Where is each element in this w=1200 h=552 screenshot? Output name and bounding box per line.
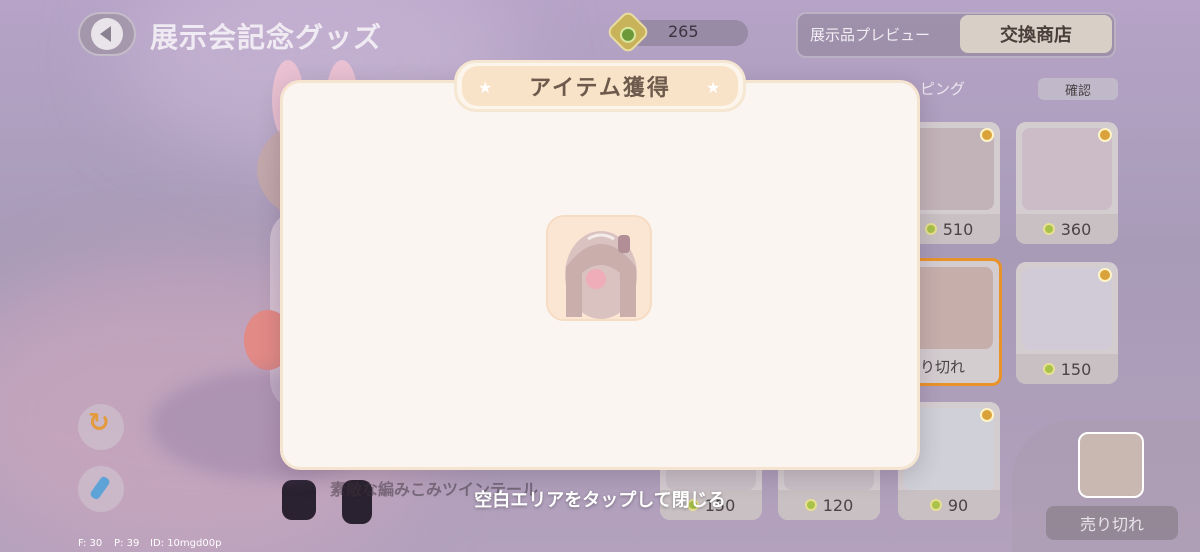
tab-exchange-shop[interactable]: 交換商店 (960, 15, 1112, 53)
acquired-item-tile[interactable] (546, 215, 652, 321)
twintail-hair-icon (565, 231, 637, 319)
sort-label: ピング (920, 80, 966, 98)
item-bunny-plush-image (1022, 268, 1112, 350)
coin-icon (924, 223, 937, 235)
back-arrow-icon (91, 18, 123, 50)
close-hint[interactable]: 空白エリアをタップして閉じる (0, 486, 1200, 512)
price-value: 150 (1060, 359, 1092, 379)
id-readout: ID: 10mgd00p (150, 538, 222, 549)
dialog-title: アイテム獲得 (529, 76, 671, 101)
coin-icon (605, 9, 651, 55)
clock-icon (980, 408, 994, 422)
coin-balance: 265 (668, 22, 699, 41)
coin-icon (1042, 363, 1055, 375)
dialog-header-inner: アイテム獲得 (462, 66, 738, 106)
item-bunny-ears-image (1022, 128, 1112, 210)
clock-icon (1098, 268, 1112, 282)
back-button[interactable] (78, 12, 136, 56)
shop-item-card[interactable]: 360 (1016, 122, 1118, 244)
clock-icon (1098, 128, 1112, 142)
ping-readout: P: 39 (114, 538, 140, 549)
price-value: 360 (1060, 219, 1092, 239)
star-icon: ★ (706, 78, 721, 97)
page-title: 展示会記念グッズ (150, 21, 383, 54)
tab-exhibit-preview[interactable]: 展示品プレビュー (810, 24, 930, 45)
rotate-camera-button[interactable] (78, 404, 124, 450)
price-value: 510 (942, 219, 974, 239)
clock-icon (980, 128, 994, 142)
item-price: 150 (1016, 354, 1118, 384)
item-price: 360 (1016, 214, 1118, 244)
fps-readout: F: 30 (78, 538, 103, 549)
star-icon: ★ (478, 78, 493, 97)
coin-icon (1042, 223, 1055, 235)
confirm-button[interactable]: 確認 (1038, 78, 1118, 100)
shop-item-card[interactable]: 150 (1016, 262, 1118, 384)
